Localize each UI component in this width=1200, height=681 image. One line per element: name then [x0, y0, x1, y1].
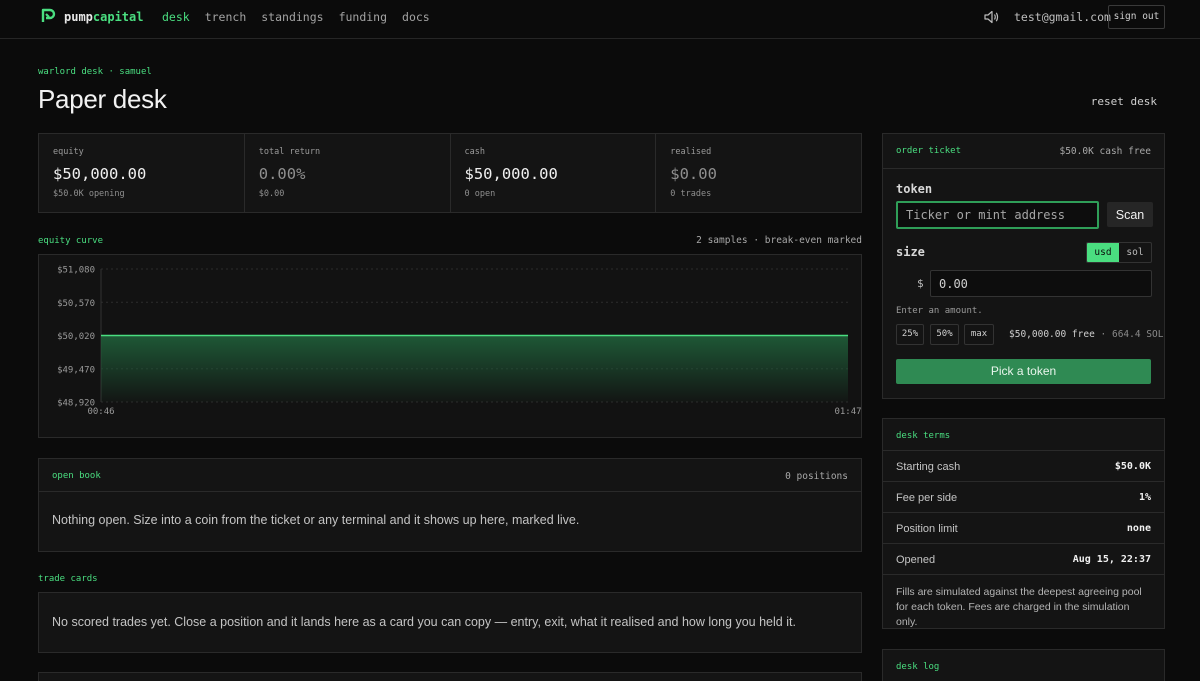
nav-trench[interactable]: trench [205, 10, 247, 24]
x-tick-label: 00:46 [87, 407, 114, 417]
stat-label: cash [464, 147, 485, 157]
stat-label: equity [53, 147, 84, 157]
unit-usd-toggle[interactable]: usd [1087, 243, 1119, 262]
y-tick-label: $50,020 [57, 332, 95, 342]
term-row-fee: Fee per side 1% [883, 482, 1164, 513]
desk-terms-title: desk terms [896, 431, 951, 441]
term-key: Fee per side [896, 492, 958, 504]
logo-icon[interactable] [40, 8, 56, 24]
open-book-panel: open book 0 positions Nothing open. Size… [38, 458, 862, 552]
breadcrumb: warlord desk · samuel [38, 67, 152, 77]
stat-value: 0.00% [258, 165, 306, 183]
preset-50-button[interactable]: 50% [930, 324, 959, 345]
term-value: none [1126, 523, 1151, 534]
y-tick-label: $51,080 [57, 266, 95, 276]
preset-max-button[interactable]: max [964, 324, 994, 345]
size-label: size [896, 245, 925, 259]
currency-symbol: $ [917, 277, 924, 290]
stats-row: equity $50,000.00 $50.0K opening total r… [38, 133, 862, 213]
stat-label: realised [670, 147, 712, 157]
nav-docs[interactable]: docs [402, 10, 430, 24]
x-axis-labels: 00:46 01:47 [87, 407, 861, 417]
term-key: Position limit [896, 523, 958, 535]
chart-series [100, 334, 849, 402]
equity-area [101, 335, 848, 402]
free-balance: $50,000.00 free · 664.4 SOL [1009, 329, 1163, 340]
token-label: token [896, 182, 933, 196]
term-key: Opened [896, 554, 936, 566]
y-tick-label: $49,470 [57, 365, 95, 375]
term-value: $50.0K [1114, 461, 1151, 472]
trade-cards-panel: No scored trades yet. Close a position a… [38, 592, 862, 653]
stat-value: $50,000.00 [53, 165, 147, 183]
free-usd: $50,000.00 free [1009, 329, 1095, 340]
order-ticket-header: order ticket $50.0K cash free [883, 134, 1164, 169]
stat-label: total return [258, 147, 321, 157]
desk-terms-note: Fills are simulated against the deepest … [896, 586, 1142, 628]
preset-25-button[interactable]: 25% [896, 324, 924, 345]
desk-log-title: desk log [896, 662, 940, 672]
term-value: Aug 15, 22:37 [1072, 554, 1151, 565]
desk-terms-header: desk terms [883, 419, 1164, 451]
term-row-starting-cash: Starting cash $50.0K [883, 451, 1164, 482]
open-book-label: open book [52, 471, 101, 481]
unit-toggle: usd sol [1086, 242, 1152, 263]
desk-terms-panel: desk terms Starting cash $50.0K Fee per … [882, 418, 1165, 629]
sign-out-button[interactable]: sign out [1108, 5, 1165, 29]
stat-equity: equity $50,000.00 $50.0K opening [39, 134, 245, 212]
positions-count: 0 positions [785, 471, 848, 482]
open-book-empty-message: Nothing open. Size into a coin from the … [52, 513, 580, 527]
stat-total-return: total return 0.00% $0.00 [245, 134, 451, 212]
amount-input[interactable] [930, 270, 1152, 297]
equity-chart-svg: $51,080$50,570$50,020$49,470$48,920 00:4… [57, 266, 861, 418]
stat-sub: $50.0K opening [53, 189, 125, 199]
order-ticket-title: order ticket [896, 146, 962, 156]
term-value: 1% [1138, 492, 1151, 503]
y-tick-label: $50,570 [57, 299, 95, 309]
y-axis-labels: $51,080$50,570$50,020$49,470$48,920 [57, 266, 95, 409]
nav-desk[interactable]: desk [162, 10, 190, 24]
open-book-header: open book 0 positions [39, 459, 861, 492]
page-title: Paper desk [38, 84, 167, 114]
amount-hint: Enter an amount. [896, 306, 983, 316]
user-email: test@gmail.com [1014, 10, 1111, 24]
term-row-position-limit: Position limit none [883, 513, 1164, 544]
unit-sol-toggle[interactable]: sol [1119, 243, 1151, 262]
equity-curve-note: 2 samples · break-even marked [696, 235, 862, 246]
scan-button[interactable]: Scan [1107, 202, 1153, 227]
speaker-icon[interactable] [984, 10, 999, 24]
brand-name[interactable]: pumpcapital [64, 10, 143, 24]
cash-free-label: $50.0K cash free [1059, 146, 1151, 157]
stat-realised: realised $0.00 0 trades [656, 134, 861, 212]
stat-sub: 0 trades [670, 189, 712, 199]
equity-curve-label: equity curve [38, 236, 104, 246]
term-key: Starting cash [896, 461, 961, 473]
main-nav: desk trench standings funding docs [162, 10, 430, 24]
x-tick-label: 01:47 [834, 407, 861, 417]
stat-value: $0.00 [670, 165, 717, 183]
term-row-opened: Opened Aug 15, 22:37 [883, 544, 1164, 575]
equity-chart: $51,080 $50,570 $50,020 $49,470 $48,920 00:4… [38, 254, 862, 438]
stat-sub: 0 open [464, 189, 496, 199]
desk-log-panel: desk log [882, 649, 1165, 681]
token-input[interactable] [896, 201, 1099, 229]
trade-cards-empty-message: No scored trades yet. Close a position a… [52, 615, 796, 629]
free-sol: · 664.4 SOL [1100, 329, 1164, 340]
nav-standings[interactable]: standings [261, 10, 323, 24]
stat-sub: $0.00 [258, 189, 285, 199]
stat-cash: cash $50,000.00 0 open [451, 134, 657, 212]
stat-value: $50,000.00 [464, 165, 558, 183]
next-section-panel [38, 672, 862, 681]
reset-desk-button[interactable]: reset desk [1091, 95, 1157, 108]
desk-log-header: desk log [883, 650, 1164, 681]
trade-cards-label: trade cards [38, 574, 98, 584]
top-nav: pumpcapital desk trench standings fundin… [0, 0, 1200, 39]
pick-token-button[interactable]: Pick a token [896, 359, 1151, 384]
order-ticket-panel: order ticket $50.0K cash free token Scan… [882, 133, 1165, 399]
nav-funding[interactable]: funding [339, 10, 387, 24]
